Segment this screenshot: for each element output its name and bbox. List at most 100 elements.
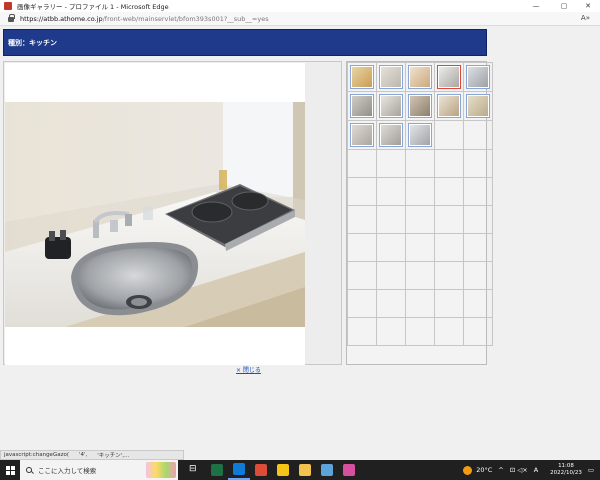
thumbnail-row <box>347 91 493 121</box>
address-bar[interactable]: https://atbb.athome.co.jp/front-web/main… <box>0 12 600 26</box>
thumbnail-cell <box>434 177 464 206</box>
close-window-button[interactable]: ✕ <box>576 0 600 12</box>
thumbnail-row <box>347 62 493 92</box>
thumbnail-cell <box>405 205 435 234</box>
thumbnail-cell <box>405 91 435 121</box>
thumbnail-cell <box>463 233 493 262</box>
thumbnail-cell <box>405 120 435 150</box>
thumbnail-cell <box>405 177 435 206</box>
taskbar: ここに入力して検索 ⊟ 20°C ^ ⊡ ◁× A 11:08 2022/10/… <box>0 460 600 480</box>
taskbar-apps: ⊟ <box>184 460 360 480</box>
weather-temp[interactable]: 20°C <box>476 466 492 474</box>
thumbnail-cell <box>347 317 377 346</box>
thumbnail-cell <box>434 233 464 262</box>
thumbnail-cell <box>434 205 464 234</box>
window-title: 画像ギャラリー - プロファイル 1 - Microsoft Edge <box>17 3 169 11</box>
thumbnail-cell <box>405 62 435 92</box>
thumbnail-row <box>347 317 493 346</box>
notepad-icon[interactable] <box>316 460 338 480</box>
thumbnail-row <box>347 177 493 206</box>
sticky-notes-icon[interactable] <box>272 460 294 480</box>
tray-icons[interactable]: ⊡ ◁× <box>510 466 528 474</box>
thumbnail-cell <box>376 177 406 206</box>
thumbnail-row <box>347 120 493 150</box>
media-icon[interactable] <box>338 460 360 480</box>
thumbnail-cell <box>376 205 406 234</box>
thumbnail-cell <box>347 62 377 92</box>
thumb-exterior[interactable] <box>350 65 374 89</box>
clock-date: 2022/10/23 <box>550 470 582 476</box>
clock[interactable]: 11:08 2022/10/23 <box>550 463 582 477</box>
thumbnail-cell <box>376 120 406 150</box>
thumb-closet[interactable] <box>379 94 403 118</box>
thumbnail-cell <box>376 317 406 346</box>
notification-icon[interactable]: ▭ <box>588 466 594 474</box>
thumbnail-cell <box>434 261 464 290</box>
thumbnail-cell <box>347 289 377 318</box>
category-label: 種別：キッチン <box>8 38 57 47</box>
thumb-washroom[interactable] <box>379 123 403 147</box>
thumb-door[interactable] <box>408 94 432 118</box>
kitchen-photo <box>5 102 305 327</box>
thumbnail-cell <box>463 149 493 178</box>
close-link[interactable]: × 閉じる <box>236 365 261 374</box>
thumb-kitchen[interactable] <box>437 65 461 89</box>
thumbnail-cell <box>434 62 464 92</box>
thumbnail-row <box>347 289 493 318</box>
thumb-room-3[interactable] <box>350 94 374 118</box>
weather-icon[interactable] <box>463 465 473 475</box>
thumbnail-cell <box>347 233 377 262</box>
start-button[interactable] <box>0 460 20 480</box>
thumbnail-cell <box>434 289 464 318</box>
thumbnail-cell <box>434 149 464 178</box>
thumb-bath[interactable] <box>466 65 490 89</box>
windows-logo-icon <box>5 465 15 475</box>
minimize-button[interactable]: — <box>524 0 548 12</box>
url-text[interactable]: https://atbb.athome.co.jp/front-web/main… <box>20 15 269 23</box>
thumb-room-4[interactable] <box>350 123 374 147</box>
edge-favicon-icon <box>4 2 12 10</box>
window-titlebar: 画像ギャラリー - プロファイル 1 - Microsoft Edge — ▢ … <box>0 0 600 12</box>
search-icon <box>26 467 32 473</box>
thumbnail-cell <box>463 289 493 318</box>
thumb-view[interactable] <box>408 123 432 147</box>
photo-frame <box>5 63 305 365</box>
thumbnail-row <box>347 261 493 290</box>
edge-icon[interactable] <box>228 460 250 480</box>
chrome-icon[interactable] <box>250 460 272 480</box>
ime-indicator[interactable]: A <box>534 466 538 474</box>
url-host: https://atbb.athome.co.jp <box>20 14 103 23</box>
url-path: /front-web/mainservlet/bfom393s001?__sub… <box>102 14 269 23</box>
thumbnail-cell <box>405 289 435 318</box>
thumbnail-cell <box>376 289 406 318</box>
taskbar-search[interactable]: ここに入力して検索 <box>20 460 178 480</box>
maximize-button[interactable]: ▢ <box>552 0 576 12</box>
thumbnail-table <box>347 62 493 346</box>
status-right: 'キッチン',... <box>97 453 130 459</box>
tray-chevron-icon[interactable]: ^ <box>498 466 503 474</box>
thumb-entrance[interactable] <box>437 94 461 118</box>
thumbnail-cell <box>405 261 435 290</box>
thumb-room-2[interactable] <box>408 65 432 89</box>
thumb-room-1[interactable] <box>379 65 403 89</box>
thumbnail-cell <box>405 317 435 346</box>
lock-icon[interactable] <box>8 13 15 22</box>
thumbnail-cell <box>463 91 493 121</box>
thumbnail-row <box>347 149 493 178</box>
thumbnail-cell <box>376 62 406 92</box>
thumbnail-row <box>347 205 493 234</box>
excel-icon[interactable] <box>206 460 228 480</box>
thumbnail-cell <box>405 149 435 178</box>
read-aloud-icon[interactable]: A» <box>581 14 590 22</box>
file-explorer-icon[interactable] <box>294 460 316 480</box>
task-view-icon[interactable]: ⊟ <box>184 460 206 480</box>
thumbnail-cell <box>347 261 377 290</box>
thumbnail-cell <box>405 233 435 262</box>
thumbnail-cell <box>376 149 406 178</box>
thumbnail-row <box>347 233 493 262</box>
clock-time: 11:08 <box>558 463 574 469</box>
thumbnail-cell <box>463 261 493 290</box>
thumbnail-cell <box>463 120 493 150</box>
thumbnail-grid <box>346 61 493 365</box>
thumb-hall[interactable] <box>466 94 490 118</box>
